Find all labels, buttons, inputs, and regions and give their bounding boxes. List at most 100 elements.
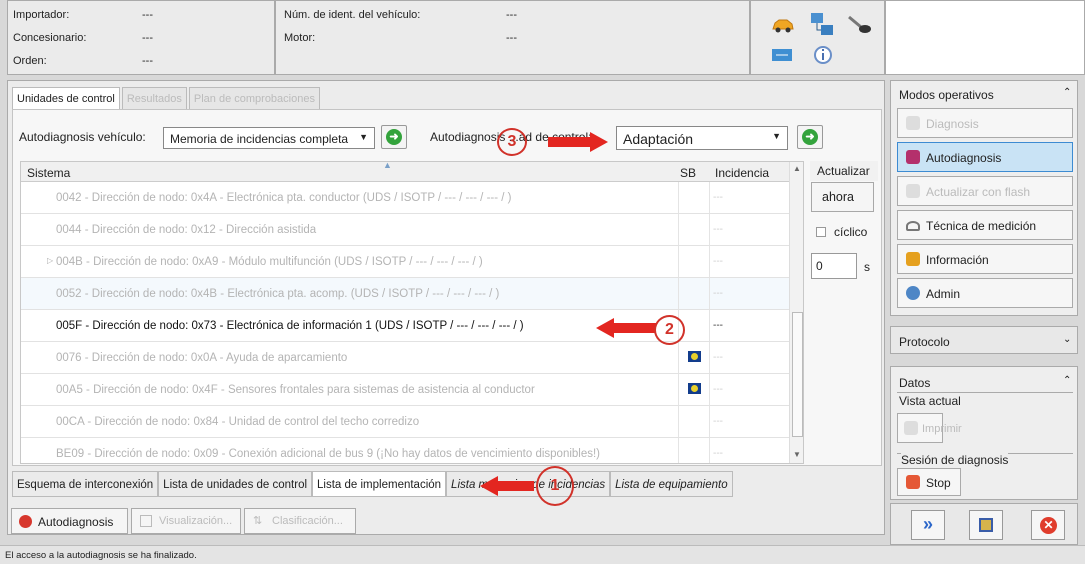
unit-selfdiag-select[interactable]: Adaptación ▼ [616,126,788,150]
vin-label: Núm. de ident. del vehículo: [284,9,421,21]
forward-icon[interactable]: » [911,510,945,540]
incidencia-cell: --- [713,288,723,299]
interval-input[interactable]: 0 [811,253,857,279]
car-icon[interactable] [771,17,795,33]
print-button[interactable]: Imprimir [897,413,962,443]
table-row[interactable]: 0042 - Dirección de nodo: 0x4A - Electró… [21,182,789,214]
table-row[interactable]: 0076 - Dirección de nodo: 0x0A - Ayuda d… [21,342,789,374]
vehicle-selfdiag-select[interactable]: Memoria de incidencias completa ▼ [163,127,375,149]
sort-icon: ▲ [383,161,392,170]
sb-cell [678,278,710,309]
row-system-text: 0042 - Dirección de nodo: 0x4A - Electró… [56,192,512,204]
protocol-title: Protocolo [899,335,950,349]
col-sb-header[interactable]: SB [680,166,696,180]
service-bulletin-icon[interactable] [688,351,701,362]
scrollbar-thumb[interactable] [792,312,803,437]
incidencia-cell: --- [713,320,723,331]
importer-value: --- [142,9,153,21]
stop-button[interactable]: Stop [897,468,961,496]
navigation-panel: » ✕ [890,503,1078,545]
table-row[interactable]: ▷ 004B - Dirección de nodo: 0xA9 - Módulo… [21,246,789,278]
systems-grid: Sistema ▲ SB Incidencia 0042 - Dirección… [20,161,804,464]
vehicle-info-panel: Núm. de ident. del vehículo: Motor: --- … [275,0,750,75]
status-bar: El acceso a la autodiagnosis se ha final… [0,545,1085,564]
order-label: Orden: [13,55,47,67]
mode-measurement-label: Técnica de medición [926,219,1037,233]
cyclic-checkbox[interactable] [816,227,826,237]
tab-schematic[interactable]: Esquema de interconexión [12,471,159,497]
vehicle-selfdiag-go-button[interactable]: ➜ [381,125,407,149]
engine-label: Motor: [284,32,316,44]
importer-label: Importador: [13,9,70,21]
engine-value: --- [506,32,517,44]
fit-screen-icon[interactable] [969,510,1003,540]
order-value: --- [142,55,153,67]
mode-autodiagnosis-button[interactable]: Autodiagnosis [897,142,1073,172]
tab-test-plan[interactable]: Plan de comprobaciones [188,87,320,109]
table-row[interactable]: 00CA - Dirección de nodo: 0x84 - Unidad … [21,406,789,438]
tab-control-unit-list[interactable]: Lista de unidades de control [158,471,313,497]
admin-icon [906,286,920,300]
protocol-panel[interactable]: Protocolo ⌄ [890,326,1078,354]
mode-measurement-button[interactable]: Técnica de medición [897,210,1073,240]
autodiagnosis-icon [906,150,920,164]
dealer-info-panel: Importador: Concesionario: Orden: --- --… [7,0,275,75]
table-row[interactable]: BE09 - Dirección de nodo: 0x09 - Conexió… [21,438,789,463]
table-row[interactable]: 0044 - Dirección de nodo: 0x12 - Direcci… [21,214,789,246]
dealer-label: Concesionario: [13,32,87,44]
tab-control-units[interactable]: Unidades de control [12,87,120,109]
main-tabs: Unidades de control Resultados Plan de c… [12,87,322,109]
gauge-icon [906,221,920,231]
unit-selfdiag-go-button[interactable]: ➜ [797,125,823,149]
connector-icon[interactable] [847,13,873,35]
printer-icon [904,421,918,435]
incidencia-cell: --- [713,224,723,235]
row-system-text: 00CA - Dirección de nodo: 0x84 - Unidad … [56,416,420,428]
incidencia-cell: --- [713,416,723,427]
stop-label: Stop [926,476,951,490]
arrow-right-icon: ➜ [802,129,818,145]
col-system-header[interactable]: Sistema [27,166,70,180]
col-incidencia-header[interactable]: Incidencia [715,166,769,180]
collapse-icon[interactable]: ⌃ [1063,87,1071,98]
view-icon [140,515,152,527]
autodiagnosis-button[interactable]: Autodiagnosis [11,508,128,534]
dealer-value: --- [142,32,153,44]
grid-scrollbar[interactable]: ▲ ▼ [789,162,803,463]
annotation-1: 1 [536,466,574,506]
scroll-down-icon[interactable]: ▼ [793,450,801,459]
tab-results[interactable]: Resultados [121,87,187,109]
table-row[interactable]: 00A5 - Dirección de nodo: 0x4F - Sensore… [21,374,789,406]
stop-icon [906,475,920,489]
refresh-now-button[interactable]: ahora [811,182,874,212]
mode-information-button[interactable]: Información [897,244,1073,274]
mode-diagnosis-button[interactable]: Diagnosis [897,108,1073,138]
annotation-arrow-right [548,132,610,152]
expand-icon[interactable]: ▷ [47,256,53,265]
service-bulletin-icon[interactable] [688,383,701,394]
incidencia-cell: --- [713,192,723,203]
view-tabs: Esquema de interconexión Lista de unidad… [12,471,733,497]
row-system-text: 0052 - Dirección de nodo: 0x4B - Electró… [56,288,500,300]
scroll-up-icon[interactable]: ▲ [793,164,801,173]
info-icon[interactable] [813,45,833,65]
table-row[interactable]: 0052 - Dirección de nodo: 0x4B - Electró… [21,278,789,310]
mode-information-label: Información [926,253,989,267]
row-system-text: 0044 - Dirección de nodo: 0x12 - Direcci… [56,224,317,236]
visualization-button[interactable]: Visualización... [131,508,241,534]
vehicle-selfdiag-value: Memoria de incidencias completa [170,132,349,146]
incidencia-cell: --- [713,448,723,459]
mode-admin-button[interactable]: Admin [897,278,1073,308]
incidencia-cell: --- [713,256,723,267]
network-icon[interactable] [809,11,835,37]
collapse-icon[interactable]: ⌃ [1063,375,1071,386]
close-icon[interactable]: ✕ [1031,510,1065,540]
expand-icon[interactable]: ⌄ [1063,334,1071,345]
mode-flash-button[interactable]: Actualizar con flash [897,176,1073,206]
usb-icon[interactable] [771,47,793,63]
tab-implementation-list[interactable]: Lista de implementación [312,471,447,497]
sort-button[interactable]: ⇅ Clasificación... [244,508,356,534]
sb-cell [678,246,710,277]
tab-equipment-list[interactable]: Lista de equipamiento [610,471,733,497]
book-icon [906,252,920,266]
